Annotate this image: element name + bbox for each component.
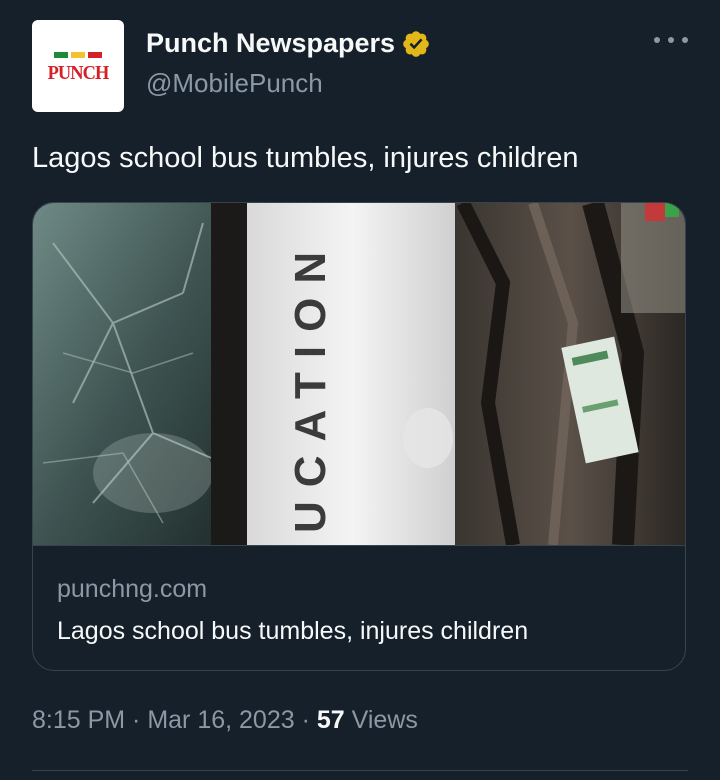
card-domain[interactable]: punchng.com: [57, 575, 207, 604]
views-count[interactable]: 57: [317, 706, 345, 735]
panel-text: UCATION: [286, 238, 335, 533]
display-name[interactable]: Punch Newspapers: [146, 28, 395, 59]
tweet-time[interactable]: 8:15 PM: [32, 706, 125, 735]
tweet-date[interactable]: Mar 16, 2023: [147, 706, 294, 735]
tweet-meta: 8:15 PM · Mar 16, 2023 · 57 Views: [32, 706, 418, 735]
divider: [32, 770, 688, 771]
tweet-text: Lagos school bus tumbles, injures childr…: [32, 142, 579, 174]
meta-separator: ·: [125, 706, 148, 734]
handle[interactable]: @MobilePunch: [146, 68, 323, 99]
link-card[interactable]: UCATION punchng.com Lagos school bus tum…: [32, 202, 686, 671]
avatar[interactable]: PUNCH: [32, 20, 124, 112]
punch-logo-icon: PUNCH: [40, 46, 116, 86]
verified-badge-icon[interactable]: [401, 29, 431, 59]
name-row: Punch Newspapers: [146, 28, 431, 59]
card-title[interactable]: Lagos school bus tumbles, injures childr…: [57, 617, 528, 646]
more-options-icon[interactable]: [654, 30, 688, 50]
views-label[interactable]: Views: [345, 706, 418, 735]
tweet: PUNCH Punch Newspapers @MobilePunch Lago…: [0, 0, 720, 780]
meta-separator: ·: [294, 706, 317, 734]
bus-accident-photo[interactable]: UCATION: [33, 203, 686, 545]
card-divider: [33, 545, 685, 546]
logo-text: PUNCH: [47, 62, 110, 84]
logo-color-bars: [54, 52, 102, 58]
